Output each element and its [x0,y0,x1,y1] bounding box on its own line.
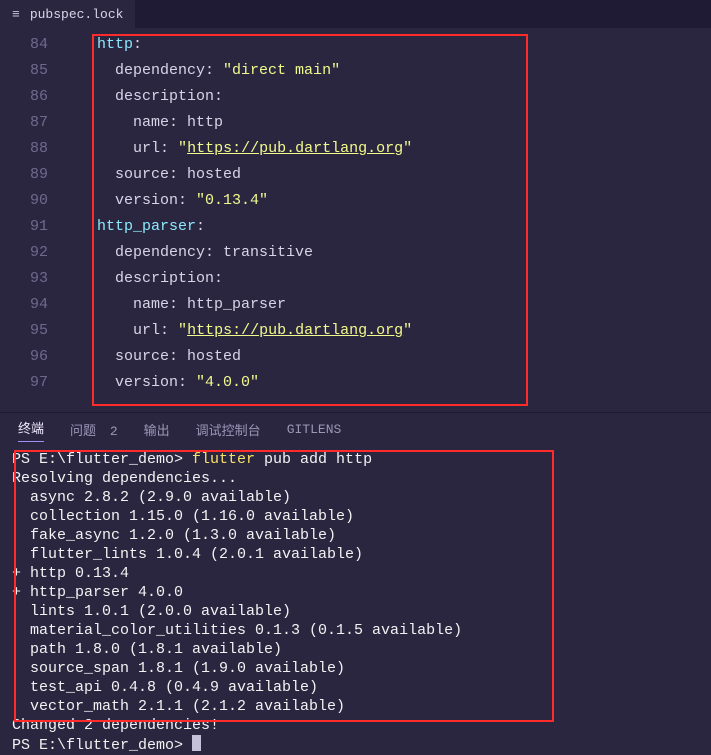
code-line: 95 url: "https://pub.dartlang.org" [0,318,711,344]
line-number: 87 [0,110,70,136]
line-number: 85 [0,58,70,84]
cursor [192,735,201,751]
line-number: 93 [0,266,70,292]
code-line: 87 name: http [0,110,711,136]
file-icon: ≡ [12,7,24,22]
line-number: 95 [0,318,70,344]
line-number: 84 [0,32,70,58]
code-line: 92 dependency: transitive [0,240,711,266]
line-number: 89 [0,162,70,188]
panel-tab-terminal[interactable]: 终端 [18,418,44,442]
code-content: source: hosted [70,162,241,188]
code-line: 88 url: "https://pub.dartlang.org" [0,136,711,162]
code-line: 96 source: hosted [0,344,711,370]
terminal-line: lints 1.0.1 (2.0.0 available) [12,602,699,621]
code-content: version: "0.13.4" [70,188,268,214]
code-content: http: [70,32,142,58]
code-line: 89 source: hosted [0,162,711,188]
file-tab-label: pubspec.lock [30,7,124,22]
code-line: 97 version: "4.0.0" [0,370,711,396]
code-line: 86 description: [0,84,711,110]
line-number: 97 [0,370,70,396]
code-content: http_parser: [70,214,205,240]
line-number: 90 [0,188,70,214]
panel-tab-problems[interactable]: 问题 2 [70,420,118,439]
code-content: source: hosted [70,344,241,370]
editor-tab-bar: ≡ pubspec.lock [0,0,711,28]
panel-tab-debug-console[interactable]: 调试控制台 [196,420,261,439]
code-line: 93 description: [0,266,711,292]
line-number: 91 [0,214,70,240]
code-content: version: "4.0.0" [70,370,259,396]
problems-badge: 2 [110,424,118,439]
code-content: name: http_parser [70,292,286,318]
terminal-line: PS E:\flutter_demo> [12,735,699,755]
bottom-panel-tabs: 终端 问题 2 输出 调试控制台 GITLENS [0,412,711,446]
code-content: description: [70,266,223,292]
terminal-line: Changed 2 dependencies! [12,716,699,735]
terminal-line: + http 0.13.4 [12,564,699,583]
terminal-line: vector_math 2.1.1 (2.1.2 available) [12,697,699,716]
terminal-line: collection 1.15.0 (1.16.0 available) [12,507,699,526]
code-content: description: [70,84,223,110]
terminal-line: path 1.8.0 (1.8.1 available) [12,640,699,659]
code-line: 94 name: http_parser [0,292,711,318]
panel-tab-gitlens[interactable]: GITLENS [287,422,342,437]
line-number: 86 [0,84,70,110]
line-number: 94 [0,292,70,318]
terminal-line: + http_parser 4.0.0 [12,583,699,602]
terminal-panel[interactable]: PS E:\flutter_demo> flutter pub add http… [0,446,711,755]
line-number: 96 [0,344,70,370]
editor-area[interactable]: 84 http:85 dependency: "direct main"86 d… [0,28,711,412]
panel-tab-output[interactable]: 输出 [144,420,170,439]
code-content: name: http [70,110,223,136]
line-number: 88 [0,136,70,162]
code-line: 91 http_parser: [0,214,711,240]
terminal-line: test_api 0.4.8 (0.4.9 available) [12,678,699,697]
file-tab-pubspec-lock[interactable]: ≡ pubspec.lock [0,0,135,28]
code-content: dependency: "direct main" [70,58,340,84]
code-line: 90 version: "0.13.4" [0,188,711,214]
code-line: 85 dependency: "direct main" [0,58,711,84]
code-line: 84 http: [0,32,711,58]
terminal-line: async 2.8.2 (2.9.0 available) [12,488,699,507]
code-content: dependency: transitive [70,240,313,266]
terminal-line: fake_async 1.2.0 (1.3.0 available) [12,526,699,545]
terminal-line: Resolving dependencies... [12,469,699,488]
code-content: url: "https://pub.dartlang.org" [70,136,412,162]
terminal-line: PS E:\flutter_demo> flutter pub add http [12,450,699,469]
line-number: 92 [0,240,70,266]
terminal-line: material_color_utilities 0.1.3 (0.1.5 av… [12,621,699,640]
code-content: url: "https://pub.dartlang.org" [70,318,412,344]
terminal-line: flutter_lints 1.0.4 (2.0.1 available) [12,545,699,564]
terminal-line: source_span 1.8.1 (1.9.0 available) [12,659,699,678]
